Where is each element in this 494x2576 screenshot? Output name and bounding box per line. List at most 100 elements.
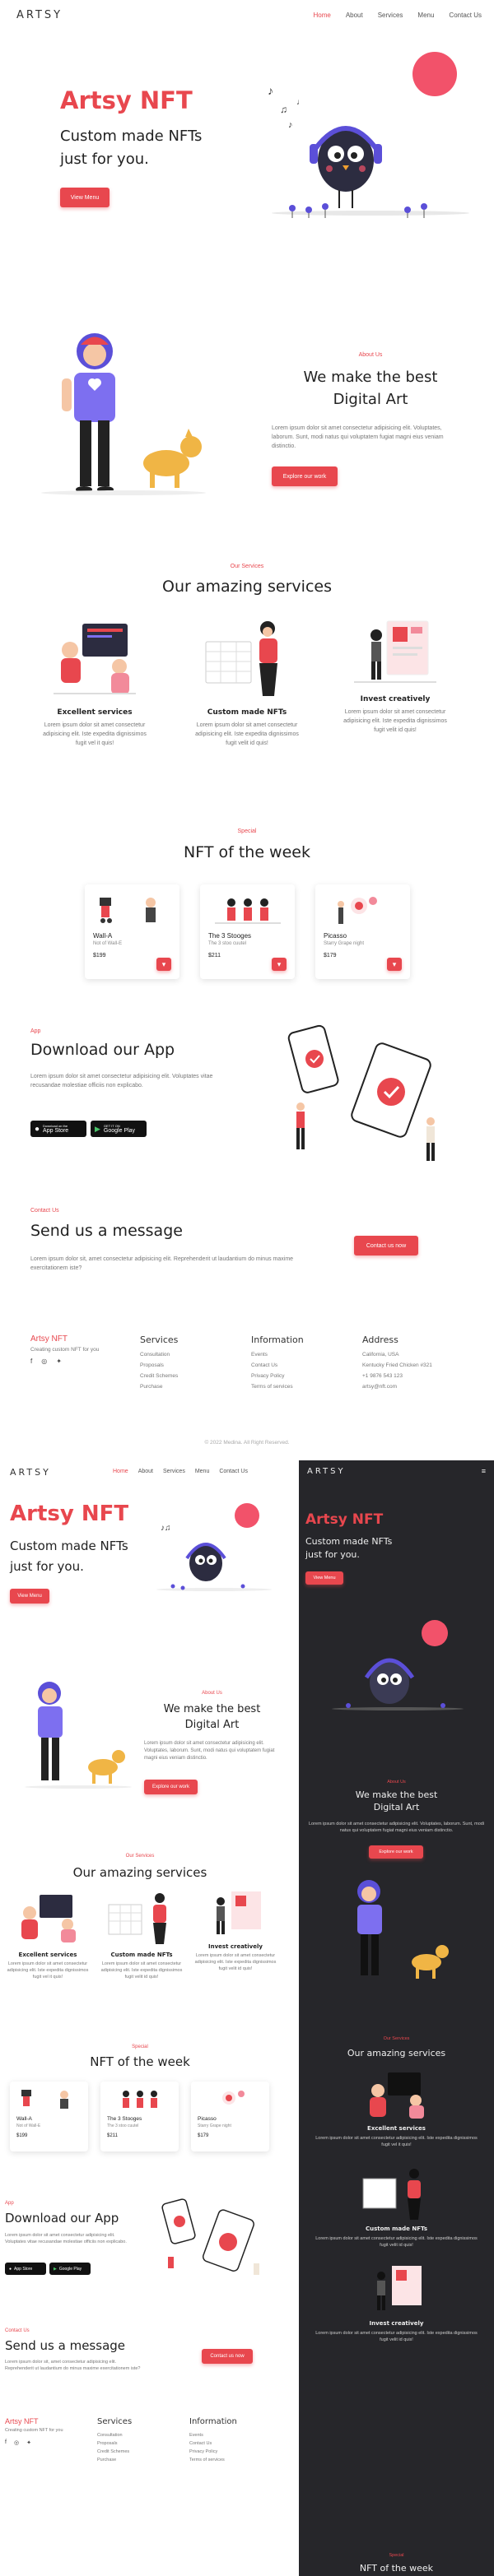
view-menu-button[interactable]: View Menu [10, 1589, 49, 1604]
service-illustration-1 [54, 624, 136, 694]
nav-menu[interactable]: Menu [195, 1469, 210, 1474]
view-menu-button[interactable]: View Menu [305, 1571, 343, 1585]
copyright: © 2022 Medina. All Right Reserved. [204, 1440, 290, 1446]
twitter-icon[interactable]: ✦ [56, 1358, 62, 1365]
nft-card-2[interactable]: The 3 Stooges The 3 stoo cuutel $211 ▾ [200, 884, 295, 979]
nav-home[interactable]: Home [313, 12, 330, 19]
service-body-3: Lorem ipsum dolor sit amet consectetur a… [343, 709, 447, 733]
brand-logo[interactable]: ARTSY [307, 1467, 346, 1476]
footer-brand[interactable]: Artsy NFT [30, 1334, 121, 1344]
footer-link-events[interactable]: Events [189, 2433, 237, 2438]
hamburger-icon[interactable]: ≡ [482, 1467, 486, 1475]
nft-image-stooges [215, 898, 281, 924]
about-title-2: Digital Art [184, 1719, 240, 1731]
service-title-1: Excellent services [57, 708, 133, 717]
special-eyebrow: Special [237, 828, 257, 834]
footer-brand[interactable]: Artsy NFT [5, 2417, 39, 2425]
google-play-icon: ▶ [95, 1124, 100, 1133]
address-email[interactable]: artsy@nft.com [362, 1384, 475, 1390]
app-store-button[interactable]: ● App Store [5, 2263, 46, 2275]
nft-card-2[interactable]: The 3 Stooges The 3 stoo cuutel $211 [100, 2082, 179, 2151]
brand-logo[interactable]: ARTSY [10, 1467, 51, 1478]
nft-card-3[interactable]: Picasso Starry Grape night $179 [191, 2082, 269, 2151]
instagram-icon[interactable]: ◎ [14, 2439, 19, 2446]
footer-link-credit[interactable]: Credit Schemes [140, 1373, 239, 1379]
google-play-button[interactable]: ▶ GET IT ON Google Play [91, 1121, 147, 1137]
footer-link-proposals[interactable]: Proposals [140, 1362, 239, 1368]
facebook-icon[interactable]: f [30, 1358, 32, 1365]
footer-link-purchase[interactable]: Purchase [97, 2458, 132, 2462]
footer-link-credit[interactable]: Credit Schemes [97, 2449, 132, 2454]
nav-menu[interactable]: Menu [417, 12, 434, 19]
contact-body: Lorem ipsum dolor sit, amet consectetur … [30, 1256, 294, 1271]
service-title-2: Custom made NFTs [110, 1952, 173, 1958]
service-body-3: Lorem ipsum dolor sit amet consectetur a… [194, 1953, 277, 1971]
services-title: Our amazing services [162, 578, 332, 596]
footer-link-consultation[interactable]: Consultation [97, 2433, 132, 2438]
nav-about[interactable]: About [346, 12, 363, 19]
service-title-1: Excellent services [367, 2125, 426, 2132]
nft-image-picasso [222, 2091, 245, 2105]
nft-card-3[interactable]: Picasso Starry Grape night $179 ▾ [315, 884, 410, 979]
footer-services-col: Services Consultation Proposals Credit S… [140, 1334, 239, 1395]
twitter-icon[interactable]: ✦ [26, 2439, 31, 2446]
nft-name-2: The 3 Stooges [208, 932, 252, 940]
about-illustration [25, 1682, 132, 1789]
footer-link-events[interactable]: Events [251, 1352, 350, 1358]
nft-card-1[interactable]: Wall-A Not of Wall-E $199 [10, 2082, 88, 2151]
contact-title: Send us a message [5, 2338, 126, 2353]
nft-desc-2: The 3 stoo cuutel [208, 941, 247, 946]
footer-services-heading: Services [140, 1334, 179, 1345]
nav-about[interactable]: About [138, 1469, 153, 1474]
footer-link-consultation[interactable]: Consultation [140, 1352, 239, 1358]
instagram-icon[interactable]: ◎ [41, 1358, 47, 1365]
footer-info-col: Information Events Contact Us Privacy Po… [251, 1334, 350, 1395]
nav-services[interactable]: Services [378, 12, 403, 19]
hero-title: Artsy NFT [10, 1502, 129, 1526]
service-title-3: Invest creatively [369, 2320, 424, 2327]
nft-card-1[interactable]: Wall-A Not of Wall-E $199 ▾ [85, 884, 179, 979]
service-body-2: Lorem ipsum dolor sit amet consectetur a… [100, 1961, 183, 1980]
nft-cart-button-2[interactable]: ▾ [272, 958, 287, 971]
nft-cart-button-3[interactable]: ▾ [387, 958, 402, 971]
apple-icon: ● [35, 1124, 40, 1134]
explore-work-button[interactable]: Explore our work [272, 466, 338, 486]
app-store-label: App Store [43, 1128, 69, 1134]
app-eyebrow: App [5, 2201, 14, 2206]
contact-us-button[interactable]: Contact us now [202, 2349, 253, 2364]
svg-text:♪: ♪ [268, 84, 273, 97]
brand-logo[interactable]: ARTSY [16, 9, 63, 21]
about-title-2: Digital Art [373, 1802, 420, 1812]
footer-link-contact[interactable]: Contact Us [189, 2441, 237, 2446]
navbar: ARTSY Home About Services Menu Contact U… [0, 0, 494, 30]
footer-tagline: Creating custom NFT for you [30, 1347, 100, 1353]
footer-link-purchase[interactable]: Purchase [140, 1384, 239, 1390]
nft-image-wall-a [100, 898, 156, 923]
footer-link-terms[interactable]: Terms of services [189, 2458, 237, 2462]
facebook-icon[interactable]: f [5, 2439, 7, 2446]
footer-link-privacy[interactable]: Privacy Policy [189, 2449, 237, 2454]
social-icons: f ◎ ✦ [30, 1358, 121, 1365]
nav-services[interactable]: Services [163, 1469, 185, 1474]
services-eyebrow: Our Services [383, 2036, 410, 2041]
explore-work-button[interactable]: Explore our work [369, 1845, 423, 1859]
service-title-2: Custom made NFTs [365, 2226, 428, 2232]
nft-cart-button-1[interactable]: ▾ [156, 958, 171, 971]
nav-contact[interactable]: Contact Us [449, 12, 482, 19]
nav-contact[interactable]: Contact Us [219, 1469, 248, 1474]
service-illustration-1 [370, 2072, 424, 2119]
about-eyebrow: About Us [358, 352, 383, 358]
contact-us-button[interactable]: Contact us now [354, 1236, 418, 1256]
footer-link-proposals[interactable]: Proposals [97, 2441, 132, 2446]
google-play-button[interactable]: ▶ Google Play [49, 2263, 91, 2275]
footer-link-contact[interactable]: Contact Us [251, 1362, 350, 1368]
footer-link-privacy[interactable]: Privacy Policy [251, 1373, 350, 1379]
nav-home[interactable]: Home [113, 1469, 128, 1474]
explore-work-button[interactable]: Explore our work [144, 1780, 198, 1794]
view-menu-button[interactable]: View Menu [60, 188, 110, 207]
services-eyebrow: Our Services [230, 564, 264, 569]
service-illustration-2 [205, 621, 277, 696]
app-store-button[interactable]: ● Download on the App Store [30, 1121, 86, 1137]
footer-link-terms[interactable]: Terms of services [251, 1384, 350, 1390]
service-title-3: Invest creatively [208, 1943, 263, 1950]
